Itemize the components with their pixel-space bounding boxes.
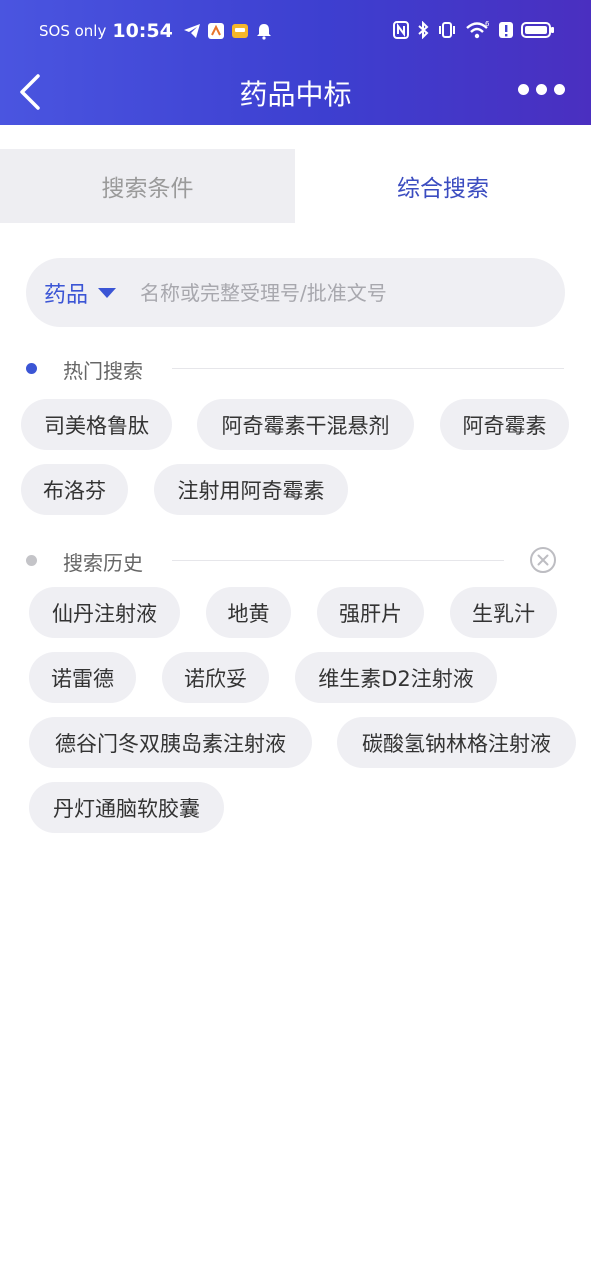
more-options-icon[interactable]: [518, 84, 565, 95]
vibrate-icon: [439, 22, 455, 38]
history-chip[interactable]: 德谷门冬双胰岛素注射液: [29, 717, 312, 768]
app-header: SOS only 10:54 6 药品中标: [0, 0, 591, 125]
history-chip[interactable]: 维生素D2注射液: [295, 652, 497, 703]
search-type-label: 药品: [44, 282, 89, 308]
tab-comprehensive-search[interactable]: 综合搜索: [295, 149, 591, 223]
history-chip[interactable]: 碳酸氢钠林格注射液: [337, 717, 576, 768]
history-header: 搜索历史: [0, 545, 591, 575]
history-chip[interactable]: 丹灯通脑软胶囊: [29, 782, 224, 833]
bluetooth-icon: [418, 21, 429, 39]
app-notification-icon: [207, 23, 224, 39]
search-type-dropdown[interactable]: 药品: [44, 277, 117, 309]
svg-text:6: 6: [485, 20, 490, 28]
caret-down-icon: [98, 287, 117, 298]
hot-search-chip[interactable]: 阿奇霉素: [440, 399, 569, 450]
hot-search-chip[interactable]: 司美格鲁肽: [21, 399, 172, 450]
clear-history-icon[interactable]: [529, 546, 557, 574]
history-chip[interactable]: 诺雷德: [29, 652, 136, 703]
alert-icon: [499, 22, 513, 38]
hot-search-title: 热门搜索: [63, 359, 143, 383]
history-chip[interactable]: 生乳汁: [450, 587, 557, 638]
hot-search-chip[interactable]: 阿奇霉素干混悬剂: [197, 399, 414, 450]
search-bar: 药品: [26, 258, 565, 327]
battery-icon: [521, 22, 554, 38]
hot-search-chip[interactable]: 注射用阿奇霉素: [154, 464, 348, 515]
history-chip[interactable]: 诺欣妥: [162, 652, 269, 703]
history-dot: [26, 555, 37, 566]
search-tabs: 搜索条件 综合搜索: [0, 149, 591, 223]
history-chip[interactable]: 强肝片: [317, 587, 424, 638]
page-title: 药品中标: [239, 78, 352, 111]
hot-search-dot: [26, 363, 37, 374]
carrier-text: SOS only: [39, 22, 107, 40]
history-title: 搜索历史: [63, 551, 143, 575]
history-chip[interactable]: 地黄: [206, 587, 291, 638]
divider: [172, 368, 564, 369]
wifi-icon: 6: [466, 20, 490, 39]
status-right: 6: [393, 20, 555, 40]
divider: [172, 560, 504, 561]
search-input[interactable]: [140, 280, 481, 305]
wallet-notification-icon: [231, 24, 248, 38]
status-bar: SOS only 10:54 6: [0, 0, 591, 66]
tab-search-conditions[interactable]: 搜索条件: [0, 149, 295, 223]
navigation-bar: 药品中标: [0, 66, 591, 125]
history-chip[interactable]: 仙丹注射液: [29, 587, 180, 638]
status-time: 10:54: [112, 20, 173, 42]
hot-search-chip[interactable]: 布洛芬: [21, 464, 128, 515]
bell-icon: [256, 24, 271, 40]
telegram-icon: [183, 24, 200, 38]
hot-search-header: 热门搜索: [0, 353, 591, 383]
status-left: SOS only 10:54: [39, 20, 273, 42]
nfc-icon: [393, 21, 409, 39]
